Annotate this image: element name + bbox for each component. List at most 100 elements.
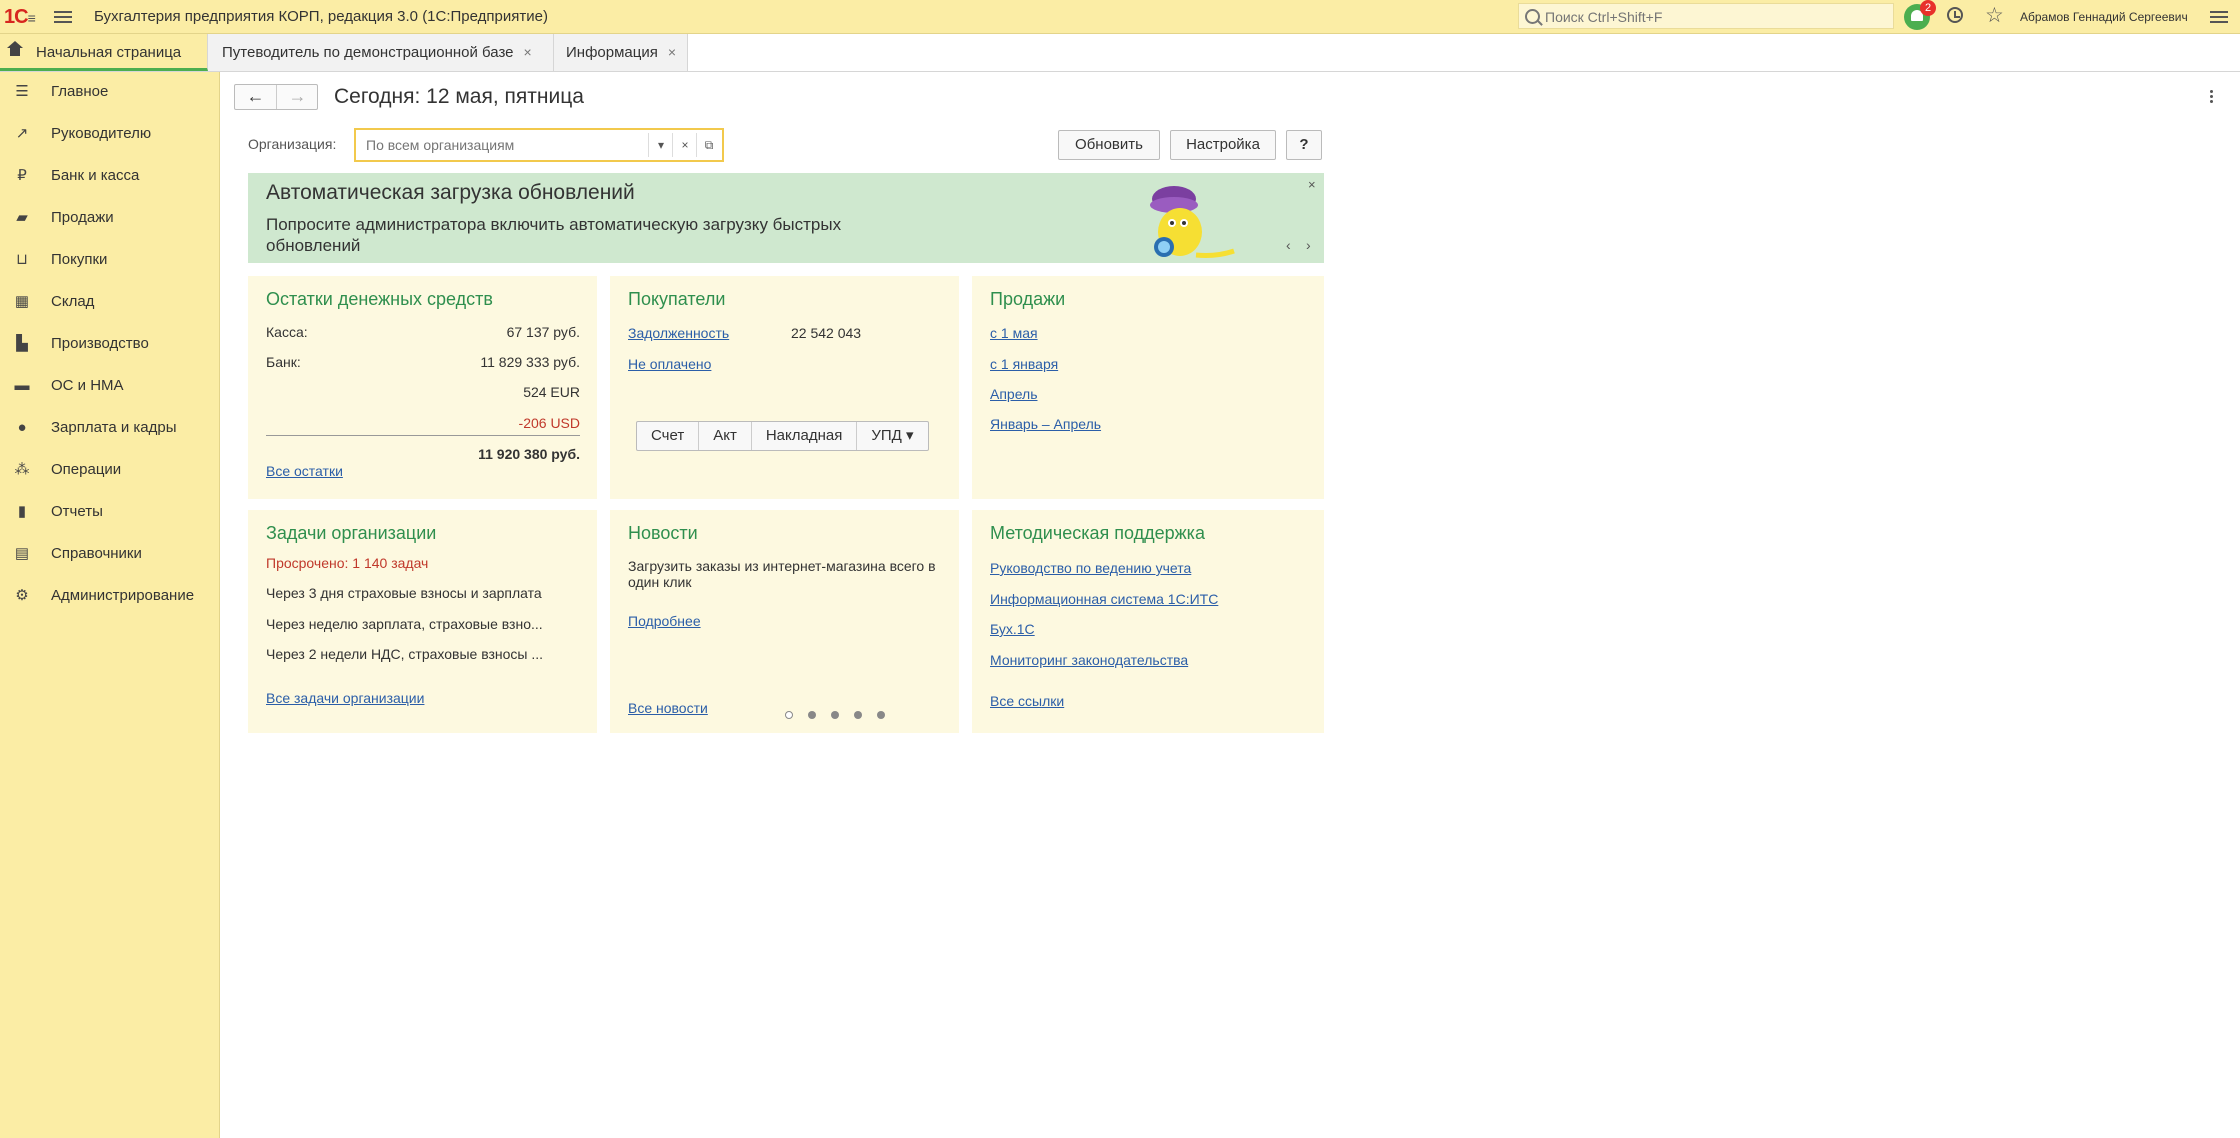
sales-link-january[interactable]: с 1 января <box>990 356 1058 372</box>
bank-eur-value: 524 EUR <box>523 384 580 400</box>
grid-icon: ▦ <box>14 293 30 310</box>
pager-dot[interactable] <box>808 711 816 719</box>
tab-label: Начальная страница <box>36 44 182 61</box>
sidebar-item-bank[interactable]: ₽ Банк и касса <box>0 156 219 196</box>
notifications-badge: 2 <box>1920 0 1936 16</box>
task-item[interactable]: Через 2 недели НДС, страховые взносы ... <box>266 646 543 662</box>
debt-link[interactable]: Задолженность <box>628 325 729 341</box>
banner-title: Автоматическая загрузка обновлений <box>266 181 635 204</box>
sidebar-item-sales[interactable]: ▰ Продажи <box>0 198 219 238</box>
history-icon[interactable] <box>1947 7 1963 23</box>
document-buttons: Счет Акт Накладная УПД ▾ <box>636 421 929 451</box>
help-button[interactable]: ? <box>1286 130 1322 160</box>
sidebar-item-operations[interactable]: ⁂ Операции <box>0 450 219 490</box>
back-button[interactable]: ← <box>235 85 277 109</box>
app-title: Бухгалтерия предприятия КОРП, редакция 3… <box>94 8 548 25</box>
kassa-value: 67 137 руб. <box>506 324 580 340</box>
sidebar-item-manager[interactable]: ↗ Руководителю <box>0 114 219 154</box>
tab-home[interactable]: Начальная страница <box>0 34 208 71</box>
close-tab-icon[interactable]: × <box>668 44 676 60</box>
customers-panel: Покупатели Задолженность 22 542 043 Не о… <box>610 276 959 499</box>
debt-value: 22 542 043 <box>791 325 862 341</box>
support-panel: Методическая поддержка Руководство по ве… <box>972 510 1324 733</box>
banner-close-icon[interactable]: × <box>1308 177 1316 192</box>
sidebar-item-purchases[interactable]: ⊔ Покупки <box>0 240 219 280</box>
tab-information[interactable]: Информация × <box>554 34 688 71</box>
org-select[interactable]: ▾ × ⧉ <box>354 128 724 162</box>
org-input[interactable] <box>364 136 638 154</box>
favorites-star-icon[interactable]: ☆ <box>1985 3 2004 28</box>
all-news-link[interactable]: Все новости <box>628 700 708 716</box>
task-item[interactable]: Через неделю зарплата, страховые взно... <box>266 616 543 632</box>
news-more-link[interactable]: Подробнее <box>628 613 701 629</box>
news-text: Загрузить заказы из интернет-магазина вс… <box>628 558 936 590</box>
search-input[interactable] <box>1543 6 1877 28</box>
open-icon[interactable]: ⧉ <box>696 133 721 157</box>
more-actions-icon[interactable] <box>2210 90 2213 105</box>
act-button[interactable]: Акт <box>699 422 752 450</box>
sidebar-item-catalogs[interactable]: ▤ Справочники <box>0 534 219 574</box>
top-bar: 1С≡ Бухгалтерия предприятия КОРП, редакц… <box>0 0 2240 34</box>
banner-next-icon[interactable]: › <box>1306 237 1311 253</box>
update-banner: Автоматическая загрузка обновлений Попро… <box>248 173 1324 263</box>
task-item[interactable]: Через 3 дня страховые взносы и зарплата <box>266 585 542 601</box>
home-icon <box>7 41 23 59</box>
sidebar-item-main[interactable]: ☰ Главное <box>0 72 219 112</box>
sidebar-item-warehouse[interactable]: ▦ Склад <box>0 282 219 322</box>
sidebar-item-label: Склад <box>51 293 95 310</box>
upd-button[interactable]: УПД ▾ <box>857 422 927 450</box>
refresh-button[interactable]: Обновить <box>1058 130 1160 160</box>
sidebar-item-label: Операции <box>51 461 122 478</box>
tab-demo-guide[interactable]: Путеводитель по демонстрационной базе × <box>208 34 554 71</box>
divider <box>266 435 580 436</box>
sidebar-item-reports[interactable]: ▮ Отчеты <box>0 492 219 532</box>
invoice-button[interactable]: Счет <box>637 422 700 450</box>
close-tab-icon[interactable]: × <box>524 44 532 60</box>
pager-dot[interactable] <box>785 711 793 719</box>
all-tasks-link[interactable]: Все задачи организации <box>266 690 424 706</box>
sidebar-item-label: Производство <box>51 335 149 352</box>
banner-prev-icon[interactable]: ‹ <box>1286 237 1291 253</box>
main-menu-icon[interactable] <box>54 8 72 24</box>
person-icon: ● <box>17 419 27 436</box>
support-link-buh[interactable]: Бух.1С <box>990 621 1035 637</box>
page-title: Сегодня: 12 мая, пятница <box>334 85 584 108</box>
settings-button[interactable]: Настройка <box>1170 130 1276 160</box>
unpaid-link[interactable]: Не оплачено <box>628 356 711 372</box>
support-link-guide[interactable]: Руководство по ведению учета <box>990 560 1191 576</box>
bag-icon: ▰ <box>16 209 28 226</box>
panel-title: Покупатели <box>628 289 726 309</box>
panel-title: Методическая поддержка <box>990 523 1205 543</box>
waybill-button[interactable]: Накладная <box>752 422 858 450</box>
pager-dot[interactable] <box>854 711 862 719</box>
global-search[interactable] <box>1518 3 1894 29</box>
news-pagination[interactable] <box>785 706 900 724</box>
all-balances-link[interactable]: Все остатки <box>266 463 343 479</box>
settings-menu-icon[interactable] <box>2210 8 2228 26</box>
app-logo[interactable]: 1С≡ <box>4 6 36 29</box>
notifications-bell-icon[interactable]: 2 <box>1904 0 1936 30</box>
tab-label: Информация <box>566 44 658 61</box>
user-name[interactable]: Абрамов Геннадий Сергеевич <box>2020 10 2188 24</box>
sales-link-jan-apr[interactable]: Январь – Апрель <box>990 416 1101 432</box>
sidebar-item-assets[interactable]: ▬ ОС и НМА <box>0 366 219 406</box>
tab-bar: Начальная страница Путеводитель по демон… <box>0 34 2240 72</box>
sales-link-may[interactable]: с 1 мая <box>990 325 1038 341</box>
sales-link-april[interactable]: Апрель <box>990 386 1038 402</box>
sidebar-item-admin[interactable]: ⚙ Администрирование <box>0 576 219 616</box>
support-link-its[interactable]: Информационная система 1С:ИТС <box>990 591 1218 607</box>
dropdown-arrow-icon[interactable]: ▾ <box>648 133 673 157</box>
pager-dot[interactable] <box>877 711 885 719</box>
clear-icon[interactable]: × <box>672 133 697 157</box>
all-links-link[interactable]: Все ссылки <box>990 693 1064 709</box>
forward-button[interactable]: → <box>277 85 318 109</box>
sidebar-item-production[interactable]: ▙ Производство <box>0 324 219 364</box>
operations-icon: ⁂ <box>14 461 30 478</box>
pager-dot[interactable] <box>831 711 839 719</box>
support-link-monitoring[interactable]: Мониторинг законодательства <box>990 652 1188 668</box>
sidebar-item-salary[interactable]: ● Зарплата и кадры <box>0 408 219 448</box>
overdue-tasks[interactable]: Просрочено: 1 140 задач <box>266 555 428 571</box>
cat-mascot-illustration <box>1150 186 1235 258</box>
sidebar-item-label: Продажи <box>51 209 114 226</box>
sidebar-item-label: Покупки <box>51 251 108 268</box>
